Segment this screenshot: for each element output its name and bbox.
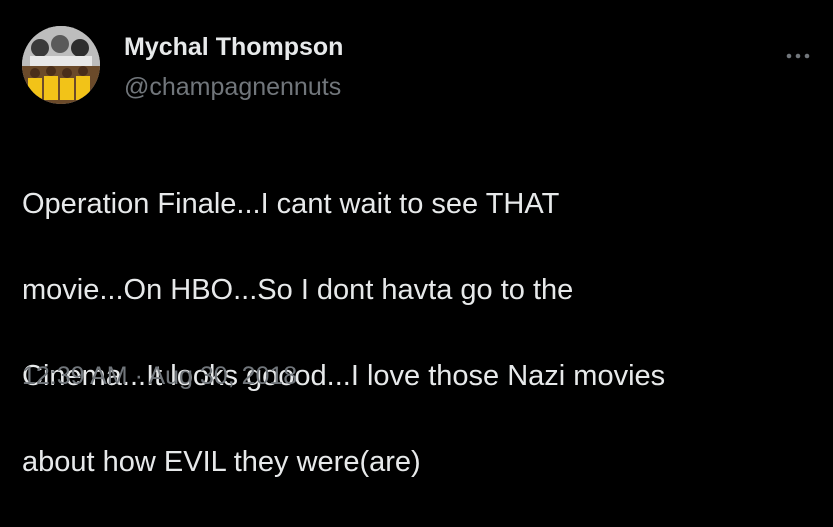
user-handle[interactable]: @champagnennuts bbox=[124, 73, 341, 102]
user-display-name[interactable]: Mychal Thompson bbox=[124, 33, 343, 62]
more-options-button[interactable] bbox=[778, 44, 818, 68]
tweet-text-line: movie...On HBO...So I dont havta go to t… bbox=[22, 274, 574, 306]
profile-photo-icon bbox=[22, 26, 100, 104]
tweet-timestamp[interactable]: 12:39 AM · Aug 30, 2018 bbox=[22, 362, 297, 391]
more-dots-icon bbox=[786, 53, 810, 59]
tweet-text-line: about how EVIL they were(are) bbox=[22, 446, 421, 478]
tweet-text: Operation Finale...I cant wait to see TH… bbox=[22, 140, 812, 527]
tweet-text-line: Operation Finale...I cant wait to see TH… bbox=[22, 188, 560, 220]
avatar[interactable] bbox=[22, 26, 100, 104]
tweet-card: Mychal Thompson @champagnennuts Operatio… bbox=[0, 0, 833, 478]
